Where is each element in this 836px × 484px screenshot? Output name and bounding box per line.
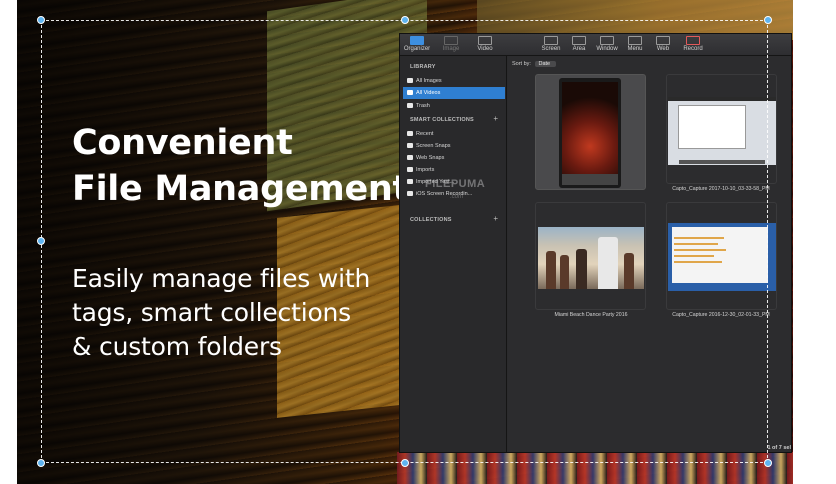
resize-handle-top-left[interactable] (37, 16, 45, 24)
resize-handle-middle-left[interactable] (37, 237, 45, 245)
selection-count: 1 of 7 sel (767, 445, 791, 451)
resize-handle-bottom-center[interactable] (401, 459, 409, 467)
selection-frame[interactable] (41, 20, 768, 463)
resize-handle-bottom-right[interactable] (764, 459, 772, 467)
resize-handle-bottom-left[interactable] (37, 459, 45, 467)
resize-handle-top-right[interactable] (764, 16, 772, 24)
resize-handle-top-center[interactable] (401, 16, 409, 24)
